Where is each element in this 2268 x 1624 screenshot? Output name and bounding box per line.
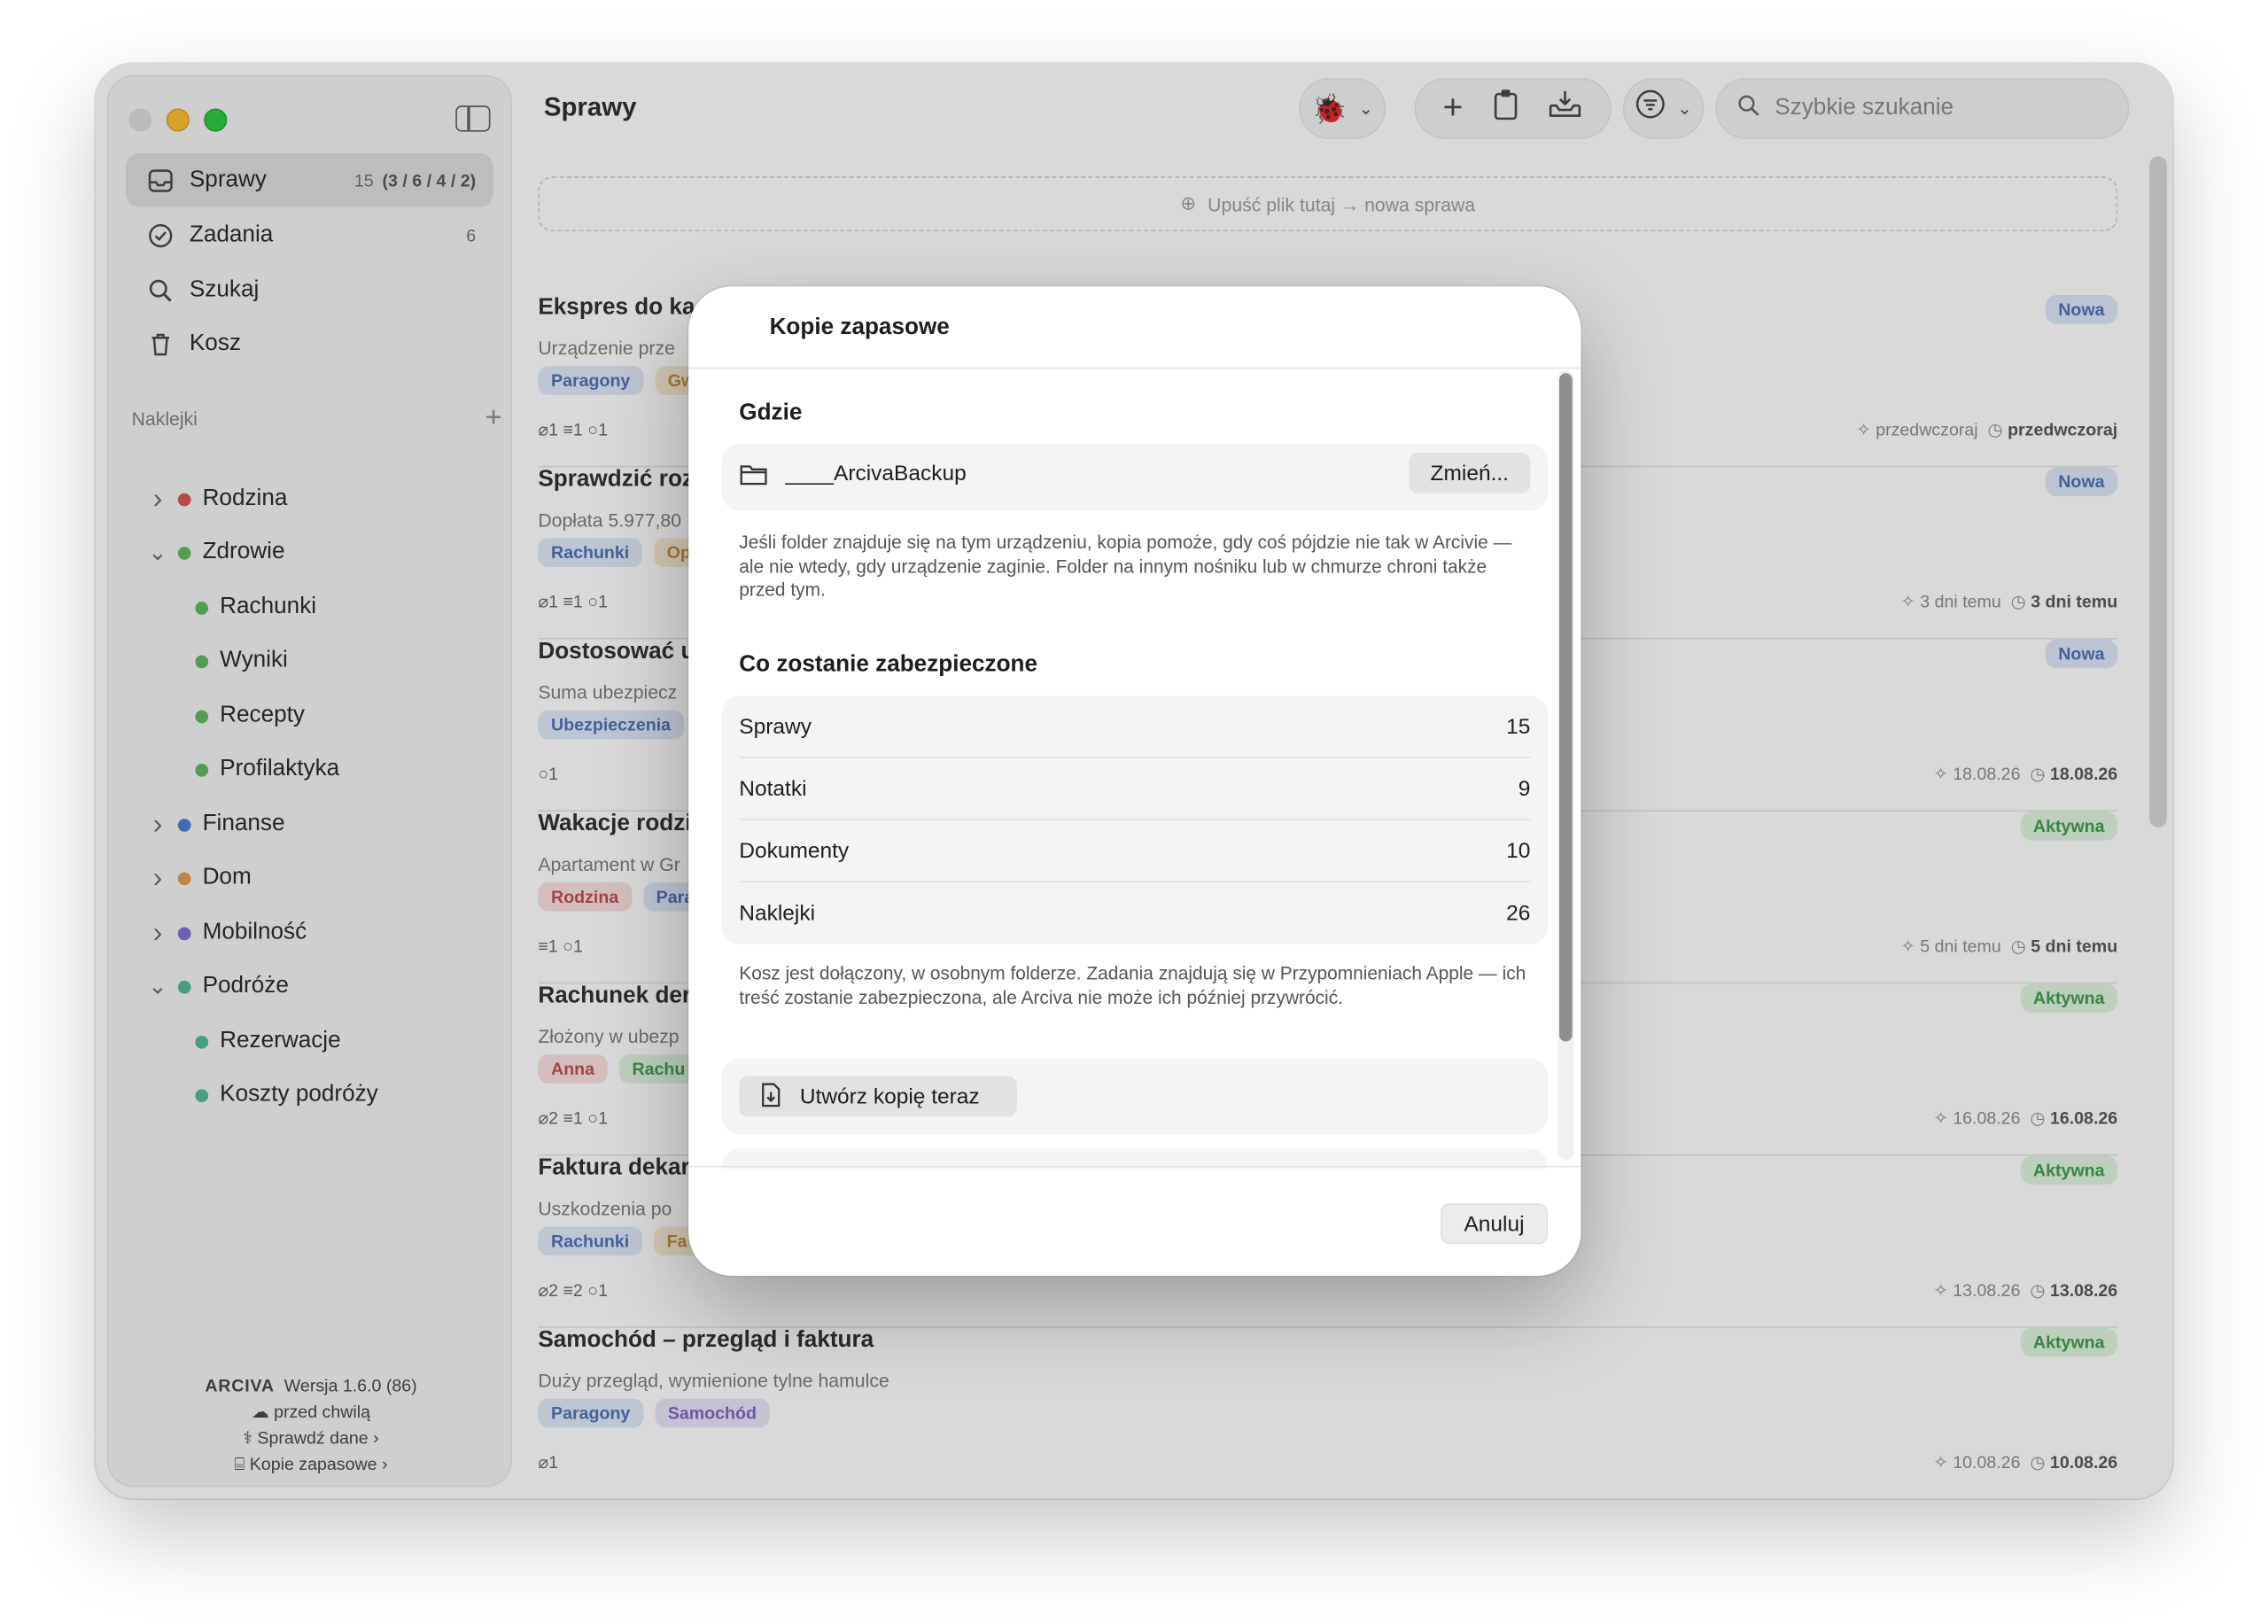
where-note: Jeśli folder znajduje się na tym urządze… — [739, 531, 1512, 601]
where-heading: Gdzie — [739, 400, 803, 425]
change-folder-button[interactable]: Zmień... — [1409, 453, 1531, 493]
item-count: 10 — [1506, 838, 1531, 864]
screenshot-stage: Sprawy 15 (3 / 6 / 4 / 2) Zadania 6 Szuka… — [0, 0, 2268, 1624]
backup-dialog: Kopie zapasowe Gdzie ____ArcivaBackup Zm… — [688, 286, 1581, 1276]
item-count: 26 — [1506, 901, 1531, 926]
divider — [688, 1165, 1581, 1168]
document-download-icon — [759, 1081, 782, 1111]
item-label: Sprawy — [739, 714, 812, 740]
divider — [688, 367, 1581, 369]
create-backup-label: Utwórz kopię teraz — [799, 1084, 980, 1109]
create-backup-button[interactable]: Utwórz kopię teraz — [739, 1076, 1017, 1117]
protected-note: Kosz jest dołączony, w osobnym folderze.… — [739, 961, 1526, 1008]
folder-path: ____ArcivaBackup — [785, 461, 967, 486]
protected-item-row: Naklejki 26 — [739, 901, 1530, 926]
protected-item-row: Dokumenty 10 — [739, 839, 1530, 864]
protected-heading: Co zostanie zabezpieczone — [739, 652, 1038, 678]
protected-item-row: Sprawy 15 — [739, 715, 1530, 740]
item-label: Notatki — [739, 776, 807, 802]
row-divider — [739, 819, 1531, 820]
folder-icon — [739, 462, 768, 495]
item-label: Naklejki — [739, 901, 816, 926]
item-count: 9 — [1518, 776, 1531, 802]
protected-item-row: Notatki 9 — [739, 777, 1530, 802]
item-count: 15 — [1506, 714, 1531, 740]
item-label: Dokumenty — [739, 838, 850, 864]
dialog-scrollbar[interactable] — [1558, 373, 1573, 1042]
row-divider — [739, 881, 1531, 882]
cancel-button[interactable]: Anuluj — [1441, 1203, 1548, 1245]
row-divider — [739, 756, 1531, 758]
dialog-title: Kopie zapasowe — [769, 315, 950, 340]
